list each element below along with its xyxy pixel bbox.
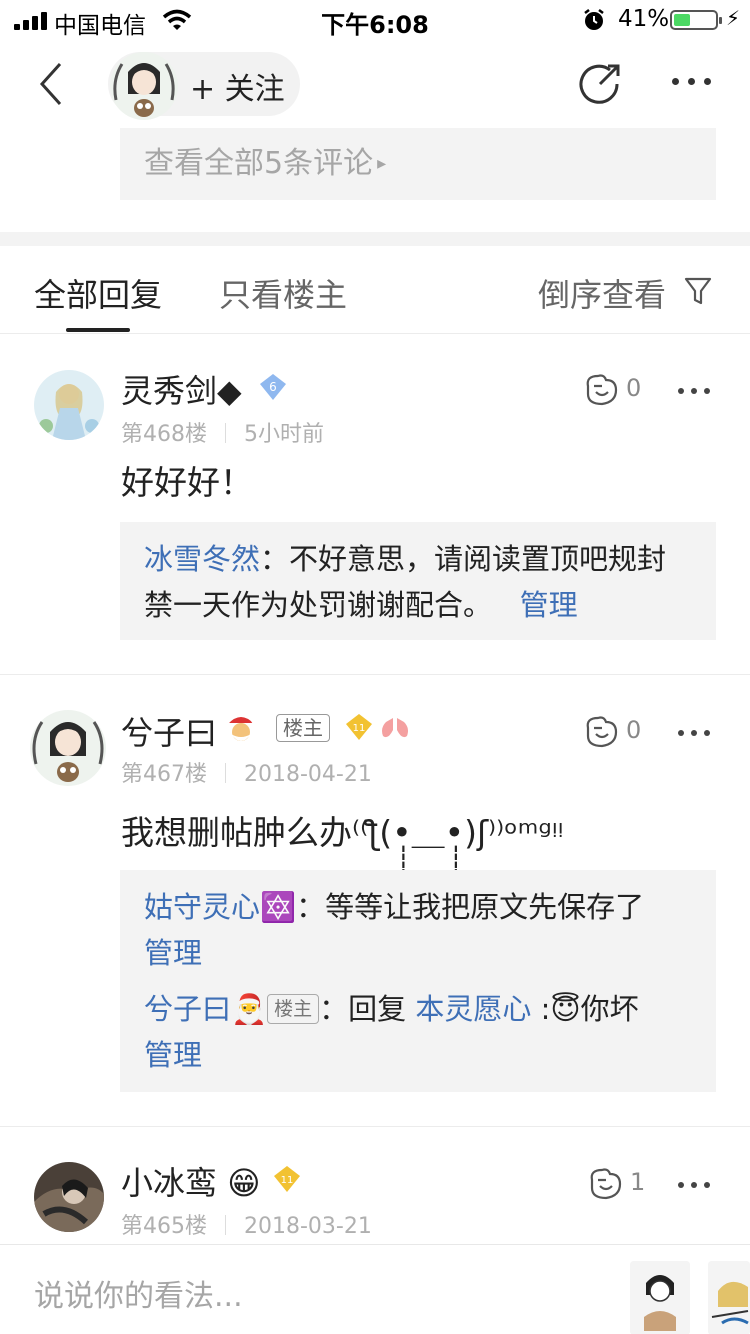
- username[interactable]: 小冰鸾 😁: [121, 1158, 261, 1204]
- like-button[interactable]: 0: [582, 714, 652, 754]
- level-badge-icon: 11: [346, 714, 372, 740]
- floor-number: 第467楼: [121, 762, 207, 787]
- level-number: 11: [281, 1175, 294, 1186]
- like-button[interactable]: 1: [586, 1166, 656, 1206]
- level-badge-icon: 11: [274, 1166, 300, 1192]
- comment-input[interactable]: 说说你的看法...: [34, 1271, 243, 1315]
- sub-reply-author[interactable]: 冰雪冬然: [144, 542, 260, 576]
- sub-reply-author[interactable]: 姑守灵心: [144, 890, 260, 924]
- username-text: 小冰鸾: [121, 1164, 218, 1202]
- author-avatar[interactable]: [108, 50, 180, 122]
- owner-tag: 楼主: [267, 994, 320, 1024]
- grinning-emoji-icon: 😁: [227, 1164, 261, 1202]
- level-number: 6: [269, 380, 277, 394]
- user-avatar[interactable]: [34, 370, 104, 440]
- charging-icon: ⚡: [726, 6, 741, 30]
- post-time: 2018-04-21: [244, 762, 372, 787]
- share-icon[interactable]: [578, 62, 622, 106]
- back-icon[interactable]: [30, 60, 74, 108]
- post-divider: [0, 1126, 750, 1127]
- sub-replies: 姑守灵心🔯：等等让我把原文先保存了 管理 兮子曰🎅 楼主 ：回复 本灵愿心 :😇你坏…: [120, 870, 716, 1092]
- filter-icon[interactable]: [684, 276, 712, 306]
- active-tab-indicator: [66, 328, 130, 332]
- sticker-thumbnail[interactable]: [630, 1261, 690, 1334]
- reply-post: 兮子曰 楼主 11 第467楼 2018-04-21 0 我想删帖肿么办⁽⁽ƪ(•…: [0, 676, 750, 1126]
- manage-link[interactable]: 管理: [520, 588, 578, 622]
- tab-owner-only[interactable]: 只看楼主: [219, 270, 347, 316]
- floor-number: 第465楼: [121, 1214, 207, 1239]
- like-count: 0: [626, 716, 642, 744]
- manage-link[interactable]: 管理: [144, 936, 202, 970]
- mentioned-user[interactable]: 本灵愿心: [415, 992, 531, 1026]
- post-time: 5小时前: [244, 422, 324, 447]
- reply-post: 灵秀剑◆ 6 第468楼 5小时前 0 好好好！ 冰雪冬然：不好意思，请阅读置顶吧…: [0, 334, 750, 674]
- view-all-comments[interactable]: 查看全部5条评论 ▸: [120, 128, 716, 200]
- floor-number: 第468楼: [121, 422, 207, 447]
- status-bar: 中国电信 下午6:08 41% ⚡: [0, 0, 750, 40]
- like-count: 1: [630, 1168, 646, 1196]
- section-divider: [0, 232, 750, 246]
- manage-link[interactable]: 管理: [144, 1038, 202, 1072]
- nav-bar: + 关注: [0, 40, 750, 128]
- sort-reverse-button[interactable]: 倒序查看: [538, 270, 666, 316]
- chevron-right-icon: ▸: [377, 153, 387, 174]
- like-icon: [586, 374, 618, 406]
- level-number: 11: [353, 723, 366, 734]
- santa-emoji-icon: [227, 716, 259, 741]
- floor-info: 第467楼 2018-04-21: [121, 756, 372, 788]
- post-more-icon[interactable]: [678, 1182, 710, 1190]
- reply-content: 好好好！: [121, 463, 253, 502]
- follow-label: + 关注: [190, 72, 285, 107]
- alarm-icon: [584, 9, 604, 30]
- reply-tabs: 全部回复 只看楼主 倒序查看: [0, 246, 750, 334]
- post-divider: [0, 674, 750, 675]
- like-button[interactable]: 0: [582, 372, 652, 412]
- like-icon: [586, 716, 618, 748]
- more-icon[interactable]: [672, 78, 712, 88]
- view-all-label: 查看全部5条评论: [144, 146, 374, 181]
- battery-percent: 41%: [618, 6, 670, 32]
- santa-emoji-icon: 🎅: [231, 992, 268, 1026]
- floor-info: 第465楼 2018-03-21: [121, 1208, 372, 1240]
- username[interactable]: 灵秀剑◆: [121, 366, 242, 412]
- manage-row: 管理: [144, 1032, 692, 1078]
- battery-icon: [670, 10, 722, 30]
- like-icon: [590, 1168, 622, 1200]
- sub-reply-prefix: ：回复: [319, 992, 407, 1026]
- user-avatar[interactable]: [34, 1162, 104, 1232]
- hexagram-emoji-icon: 🔯: [260, 890, 297, 924]
- level-badge-icon: 6: [260, 374, 286, 400]
- sub-reply-text: ：等等让我把原文先保存了: [296, 890, 645, 924]
- post-more-icon[interactable]: [678, 388, 710, 396]
- username[interactable]: 兮子曰: [121, 708, 217, 754]
- sub-reply: 兮子曰🎅 楼主 ：回复 本灵愿心 :😇你坏: [144, 986, 692, 1032]
- tab-all-replies[interactable]: 全部回复: [34, 270, 162, 316]
- post-time: 2018-03-21: [244, 1214, 372, 1239]
- reply-post: 小冰鸾 😁 11 第465楼 2018-03-21 1: [0, 1128, 750, 1244]
- manage-row: 管理: [144, 930, 692, 976]
- sub-reply: 姑守灵心🔯：等等让我把原文先保存了: [144, 884, 692, 930]
- sub-reply-text: :😇你坏: [540, 992, 639, 1026]
- battery-fill: [674, 14, 690, 26]
- sub-replies: 冰雪冬然：不好意思，请阅读置顶吧规封禁一天作为处罚谢谢配合。 管理: [120, 522, 716, 640]
- floor-info: 第468楼 5小时前: [121, 416, 324, 448]
- sub-reply: 冰雪冬然：不好意思，请阅读置顶吧规封禁一天作为处罚谢谢配合。 管理: [144, 536, 692, 628]
- owner-tag: 楼主: [276, 714, 330, 742]
- user-avatar[interactable]: [28, 708, 108, 788]
- post-more-icon[interactable]: [678, 730, 710, 738]
- sticker-thumbnail[interactable]: [708, 1261, 750, 1334]
- comment-bar: 说说你的看法...: [0, 1244, 750, 1334]
- like-count: 0: [626, 374, 642, 402]
- lungs-icon: [382, 718, 408, 738]
- sub-reply-author[interactable]: 兮子曰: [144, 992, 231, 1026]
- reply-content: 我想删帖肿么办⁽⁽ƪ(•̩̩̩̩＿•̩̩̩̩)ʃ⁾⁾ᵒᵐᵍᵎᵎ: [121, 813, 564, 852]
